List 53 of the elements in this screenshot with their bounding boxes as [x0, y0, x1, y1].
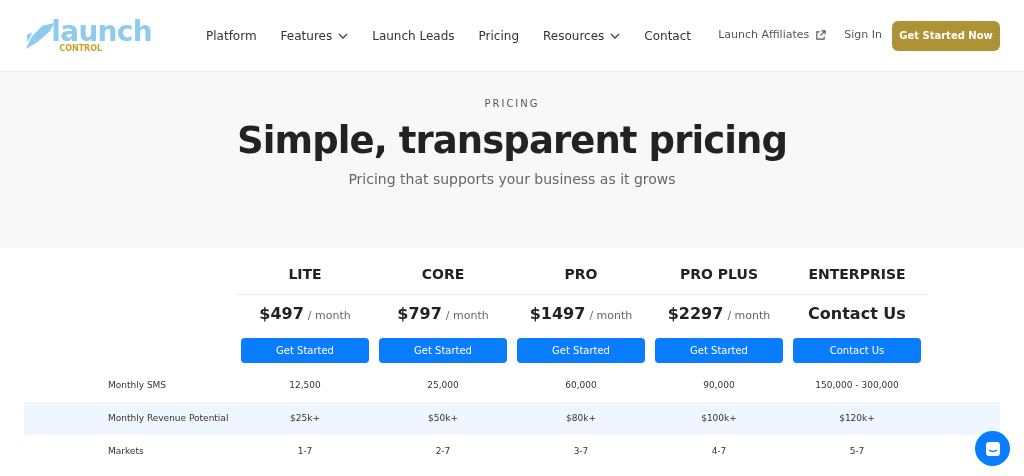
table-cell-text: $25k+: [290, 411, 320, 425]
table-cell-text: 60,000: [565, 378, 597, 392]
plan-name: LITE: [288, 265, 322, 284]
plan-name: PRO PLUS: [680, 265, 758, 284]
price-period: / month: [307, 308, 351, 324]
plan-name: CORE: [421, 265, 465, 284]
table-cell-text: $50k+: [428, 411, 458, 425]
get-started-button[interactable]: Get Started: [379, 338, 507, 363]
external-link-icon: [815, 30, 827, 41]
plan-price: Contact Us: [808, 303, 906, 325]
price-period: / month: [727, 308, 771, 324]
nav-link[interactable]: Features: [280, 26, 349, 45]
logo-subtitle: CONTROL: [59, 44, 104, 53]
table-cell-text: 5-7: [849, 444, 865, 458]
contact-us-button[interactable]: Contact Us: [793, 338, 921, 363]
nav-link[interactable]: Launch Leads: [372, 26, 455, 45]
sign-in-link[interactable]: Sign In: [844, 27, 882, 44]
eyebrow-label: PRICING: [484, 97, 540, 111]
feature-label: Markets: [108, 444, 145, 458]
nav-link[interactable]: Resources: [543, 26, 621, 45]
nav-link[interactable]: Platform: [206, 26, 257, 45]
table-cell-text: 4-7: [711, 444, 727, 458]
get-started-button[interactable]: Get Started: [517, 338, 645, 363]
plan-price: $497: [259, 303, 304, 325]
table-cell-text: 150,000 - 300,000: [815, 378, 899, 392]
get-started-button[interactable]: Get Started: [655, 338, 783, 363]
table-cell-text: $120k+: [839, 411, 875, 425]
nav-link[interactable]: Contact: [644, 26, 691, 45]
table-cell-text: 12,500: [289, 378, 321, 392]
feature-label: Monthly SMS: [108, 378, 168, 392]
plan-price: $797: [397, 303, 442, 325]
table-cell-text: $100k+: [701, 411, 737, 425]
plan-price: $1497: [529, 303, 586, 325]
hero-title: Simple, transparent pricing: [237, 118, 787, 164]
table-cell-text: $80k+: [566, 411, 596, 425]
chat-icon: [984, 440, 1001, 457]
table-cell-text: 2-7: [435, 444, 451, 458]
affiliates-link[interactable]: Launch Affiliates: [718, 27, 827, 44]
plan-price: $2297: [667, 303, 724, 325]
table-cell-text: 90,000: [703, 378, 735, 392]
hero-subtitle: Pricing that supports your business as it grows: [348, 170, 676, 189]
plan-name: ENTERPRISE: [808, 265, 906, 284]
chat-button[interactable]: [975, 431, 1010, 466]
table-cell-text: 3-7: [573, 444, 589, 458]
feature-label: Monthly Revenue Potential: [108, 411, 230, 425]
get-started-button[interactable]: Get Started: [241, 338, 369, 363]
table-cell-text: 1-7: [297, 444, 313, 458]
logo-wordmark: launch: [51, 18, 152, 45]
price-period: / month: [589, 308, 633, 324]
plan-name: PRO: [564, 265, 598, 284]
table-cell-text: 25,000: [427, 378, 459, 392]
nav-link[interactable]: Pricing: [478, 26, 520, 45]
price-period: / month: [445, 308, 489, 324]
